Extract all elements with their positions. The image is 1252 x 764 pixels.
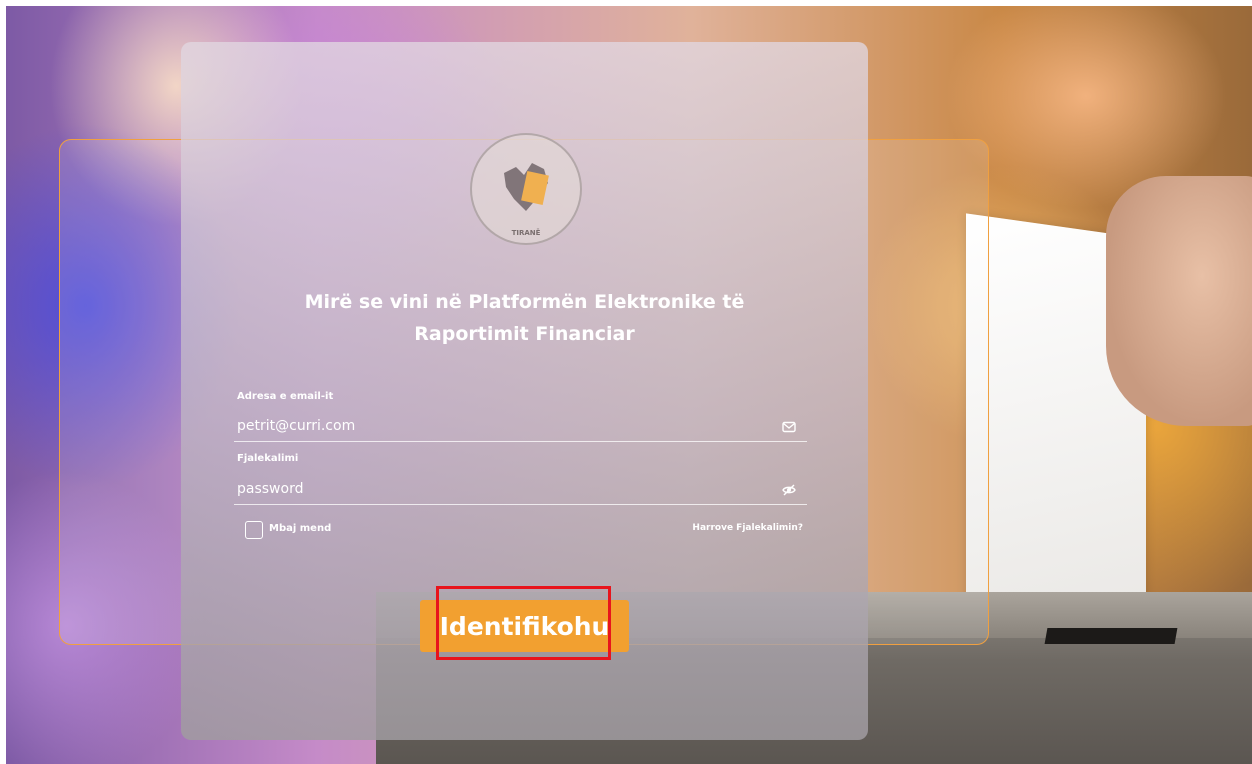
password-field[interactable]: [234, 474, 807, 505]
seal-logo: TIRANË: [470, 133, 582, 245]
remember-checkbox[interactable]: [245, 521, 263, 539]
eagle-icon: [504, 163, 549, 211]
forgot-password-link[interactable]: Harrove Fjalekalimin?: [671, 523, 803, 533]
hand-image: [1106, 176, 1252, 426]
email-label: Adresa e email-it: [237, 391, 334, 402]
title-line-1: Mirë se vini në Platformën Elektronike t…: [304, 291, 745, 313]
highlight-box: [436, 586, 611, 660]
password-label: Fjalekalimi: [237, 453, 299, 464]
mail-icon: [782, 421, 796, 433]
title-line-2: Raportimit Financiar: [414, 323, 635, 345]
email-field[interactable]: [234, 411, 807, 442]
eye-off-icon[interactable]: [781, 482, 797, 498]
seal-text: TIRANË: [511, 229, 541, 237]
ballot-slot: [1044, 628, 1178, 644]
page-title: Mirë se vini në Platformën Elektronike t…: [261, 286, 788, 350]
remember-label: Mbaj mend: [269, 523, 332, 534]
